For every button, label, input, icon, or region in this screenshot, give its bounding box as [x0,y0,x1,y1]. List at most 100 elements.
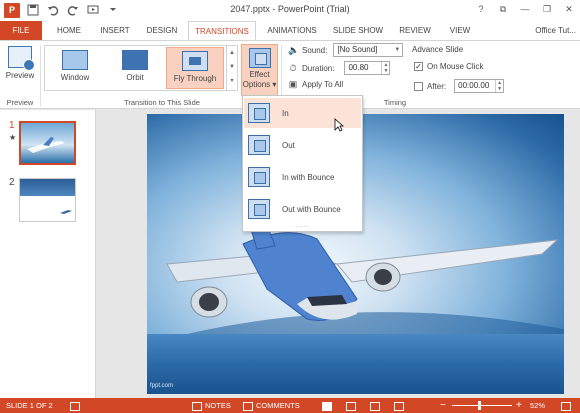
help-icon[interactable]: ? [474,2,488,16]
in-effect-icon [248,103,270,123]
menu-item-label: Out [282,140,295,150]
menu-resize-grip[interactable]: ..... [243,222,362,229]
minimize-icon[interactable]: — [518,2,532,16]
reading-view-icon[interactable] [370,398,383,413]
mouse-cursor-icon [334,118,344,132]
transition-fly-through[interactable]: Fly Through [166,47,224,89]
slide-thumbnail-1[interactable] [19,121,76,165]
clock-icon: ⏱ [289,63,297,73]
effect-options-button[interactable]: Effect Options ▾ [241,44,278,96]
after-time-input[interactable]: 00:00.00 ▲ ▼ [454,79,505,93]
comments-button[interactable]: COMMENTS [243,398,300,413]
notes-label: NOTES [205,401,231,410]
zoom-level[interactable]: 52% [530,398,545,413]
group-label-preview: Preview [6,98,34,107]
advance-slide-label: Advance Slide [412,45,464,54]
airplane-thumbnail-icon [60,210,72,214]
out-bounce-effect-icon [248,199,270,219]
tab-home[interactable]: HOME [48,21,90,40]
group-label-timing: Timing [383,98,407,107]
gallery-scroll[interactable]: ▲ ▼ ▾ [226,46,237,90]
fly-through-transition-icon [182,51,208,71]
tab-animations[interactable]: ANIMATIONS [260,21,324,40]
ribbon-display-icon[interactable]: ⧉ [496,2,510,16]
menu-item-label: Out with Bounce [282,204,341,214]
apply-to-all-icon: ▣ [288,79,298,89]
effect-options-icon [248,48,271,68]
transition-window[interactable]: Window [46,47,104,89]
menu-item-label: In [282,108,289,118]
spell-check-icon[interactable] [70,398,83,413]
slide-number: 1 [9,120,15,131]
zoom-slider-track[interactable] [452,405,512,406]
menu-item-in-with-bounce[interactable]: In with Bounce [244,162,361,192]
group-separator [40,45,41,107]
notes-icon [192,401,202,411]
slide-thumbnail-2[interactable] [19,178,76,222]
duration-input[interactable]: 00.80 ▲ ▼ [344,61,391,75]
after-checkbox[interactable] [414,81,423,91]
notes-button[interactable]: NOTES [192,398,231,413]
after-row: After: 00:00.00 ▲ ▼ [414,79,505,93]
fit-to-window-icon[interactable] [561,398,574,413]
slide-number: 2 [9,177,15,188]
zoom-out-button[interactable]: − [440,398,446,413]
menu-item-label: In with Bounce [282,172,335,182]
transition-label: Fly Through [173,74,217,83]
effect-options-label-2: Options ▾ [242,80,277,89]
transition-label: Window [60,73,90,82]
apply-to-all-button[interactable]: ▣ Apply To All [288,79,343,89]
tab-slide-show[interactable]: SLIDE SHOW [328,21,388,40]
slide-sorter-icon[interactable] [346,398,359,413]
on-mouse-click-row: ✓ On Mouse Click [414,62,483,71]
on-mouse-click-checkbox[interactable]: ✓ [414,62,423,71]
preview-icon [8,46,35,71]
chevron-down-icon: ▼ [394,47,401,53]
ribbon-tabs: FILE HOME INSERT DESIGN TRANSITIONS ANIM… [0,21,580,41]
slide-footer-band [147,334,564,394]
zoom-slider-thumb[interactable] [478,401,481,410]
restore-icon[interactable]: ❐ [540,2,554,16]
tab-design[interactable]: DESIGN [140,21,184,40]
after-time-spinner[interactable]: ▲ ▼ [495,80,503,92]
apply-to-all-label: Apply To All [302,79,344,89]
user-account[interactable]: Office Tut... [535,21,576,40]
duration-row: ⏱ Duration: 00.80 ▲ ▼ [288,61,391,75]
menu-item-out-with-bounce[interactable]: Out with Bounce [244,194,361,224]
tab-insert[interactable]: INSERT [94,21,136,40]
status-bar: SLIDE 1 OF 2 NOTES COMMENTS − + 52% [0,398,580,413]
transition-label: Orbit [126,73,144,82]
slide-thumbnail-pane: 1 ★ 2 [0,110,96,398]
window-controls: ? ⧉ — ❐ ✕ [474,2,576,16]
duration-spinner[interactable]: ▲ ▼ [381,62,389,74]
normal-view-icon[interactable] [322,398,335,413]
transition-gallery: Window Orbit Fly Through ▲ ▼ ▾ [44,45,238,91]
after-time-value: 00:00.00 [458,81,490,90]
duration-label: Duration: [302,63,335,73]
tab-view[interactable]: VIEW [442,21,478,40]
out-effect-icon [248,135,270,155]
airplane-thumbnail-icon [27,137,65,153]
sound-select[interactable]: [No Sound] ▼ [333,43,404,57]
menu-item-out[interactable]: Out [244,130,361,160]
slideshow-view-icon[interactable] [394,398,407,413]
zoom-in-button[interactable]: + [516,398,522,413]
transition-orbit[interactable]: Orbit [106,47,164,89]
close-icon[interactable]: ✕ [562,2,576,16]
transition-star-icon: ★ [9,133,17,142]
comments-label: COMMENTS [256,401,300,410]
sound-label: Sound: [302,45,328,55]
in-bounce-effect-icon [248,167,270,187]
slide-watermark: fppt.com [150,383,174,389]
tab-file[interactable]: FILE [0,21,42,40]
tab-review[interactable]: REVIEW [392,21,438,40]
advance-slide-heading: Advance Slide [412,45,463,54]
slide-counter: SLIDE 1 OF 2 [6,401,53,410]
tab-transitions[interactable]: TRANSITIONS [188,21,256,41]
preview-button[interactable]: Preview [3,44,37,88]
after-label: After: [427,81,447,91]
preview-label: Preview [5,71,35,80]
effect-options-menu: In Out In with Bounce Out with Bounce ..… [242,95,363,232]
window-transition-icon [62,50,88,70]
on-mouse-click-label: On Mouse Click [427,62,484,71]
